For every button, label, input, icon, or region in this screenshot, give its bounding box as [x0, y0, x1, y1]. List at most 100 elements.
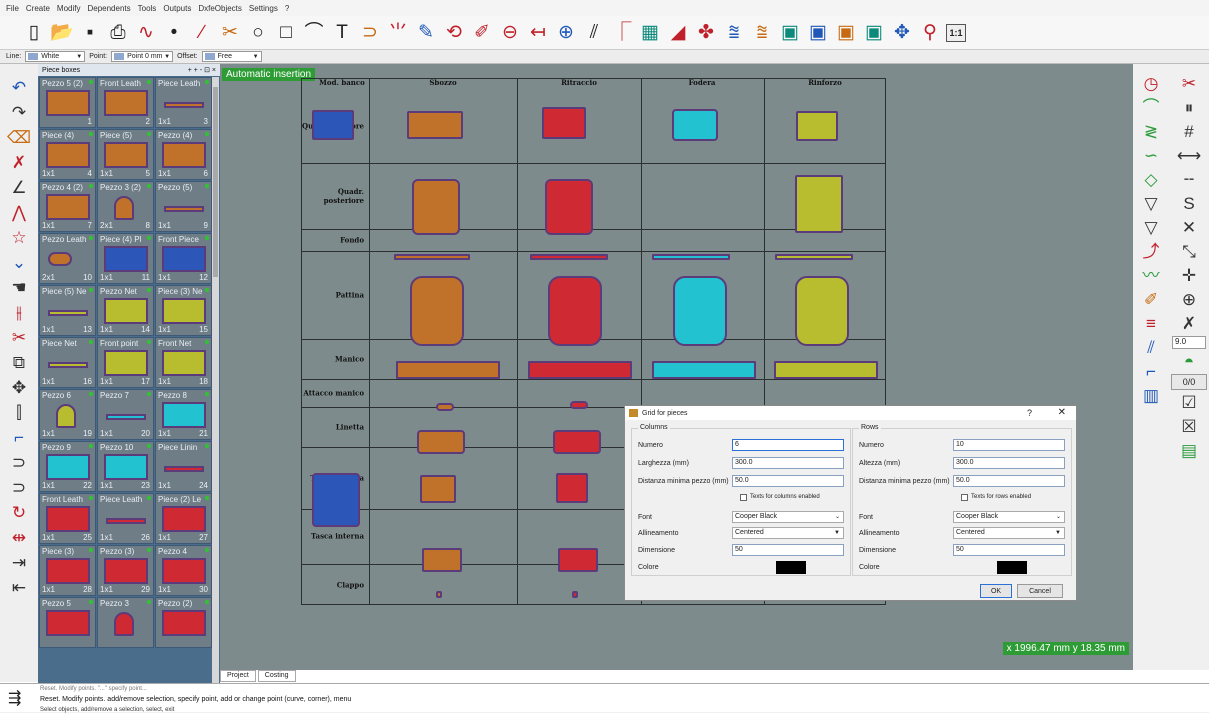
- cut-line-icon[interactable]: ✗: [4, 151, 34, 174]
- arc-tool-icon[interactable]: ⊃: [358, 20, 382, 46]
- brush-icon[interactable]: ✐: [470, 20, 494, 46]
- arrow-angle-icon[interactable]: ⤡: [1173, 240, 1205, 263]
- corner-arrow-icon[interactable]: ⤴: [1135, 240, 1167, 263]
- redo-icon[interactable]: ↷: [4, 101, 34, 124]
- flip-icon[interactable]: ⟲: [442, 20, 466, 46]
- col-distanza-input[interactable]: 50.0: [732, 475, 844, 487]
- pattern-piece[interactable]: [312, 110, 354, 140]
- angle-icon[interactable]: ∠: [4, 176, 34, 199]
- squiggle-icon[interactable]: ∽: [1135, 144, 1167, 167]
- row-texts-checkbox[interactable]: Texts for rows enabled: [961, 492, 1031, 502]
- pie-chart-icon[interactable]: ◓: [1173, 350, 1205, 373]
- fan-icon[interactable]: ⺌: [386, 20, 410, 46]
- pattern-piece[interactable]: [542, 107, 586, 139]
- stack-icon[interactable]: ≡: [1135, 312, 1167, 335]
- piece-box[interactable]: Front Leath 2: [97, 77, 154, 128]
- row-color-picker[interactable]: [997, 560, 1027, 574]
- tab-costing[interactable]: Costing: [257, 670, 296, 682]
- wave-icon[interactable]: 〰: [1135, 264, 1167, 287]
- hook-icon[interactable]: ⌐: [1135, 360, 1167, 383]
- piece-box[interactable]: Front point 1x1 17: [97, 337, 154, 388]
- ok-button[interactable]: OK: [980, 584, 1012, 598]
- piece-box[interactable]: Pezzo 4 (2) 1x1 7: [39, 181, 96, 232]
- piece-box[interactable]: Front Piece 1x1 12: [155, 233, 212, 284]
- pattern-piece[interactable]: [530, 254, 608, 260]
- eraser-icon[interactable]: ⌫: [4, 126, 34, 149]
- piece-box[interactable]: Piece Leath 1x1 3: [155, 77, 212, 128]
- export-icon[interactable]: ⇤: [4, 576, 34, 599]
- piece-box[interactable]: Pezzo 8 1x1 21: [155, 389, 212, 440]
- delete-box-icon[interactable]: ☒: [1173, 415, 1205, 438]
- pattern-piece[interactable]: [396, 361, 500, 379]
- print-icon[interactable]: ⎙: [106, 20, 130, 46]
- piece-box[interactable]: Pezzo 9 1x1 22: [39, 441, 96, 492]
- piece-box[interactable]: Piece (5) Ne 1x1 13: [39, 285, 96, 336]
- pin-icon[interactable]: ✥: [890, 20, 914, 46]
- copy-row-icon[interactable]: ⩰: [750, 20, 774, 46]
- pattern-piece[interactable]: [672, 109, 718, 141]
- pattern-piece[interactable]: [558, 548, 598, 572]
- grid-pieces-outline-icon[interactable]: ▣: [862, 20, 886, 46]
- col-dimensione-input[interactable]: 50: [732, 544, 844, 556]
- pattern-piece[interactable]: [652, 361, 756, 379]
- pattern-piece[interactable]: [673, 276, 727, 346]
- piece-box[interactable]: Pezzo 7 1x1 20: [97, 389, 154, 440]
- piece-box[interactable]: Piece (4) Pl 1x1 11: [97, 233, 154, 284]
- point-select[interactable]: Point 0 mm ▼: [111, 51, 174, 62]
- scrollbar-thumb[interactable]: [213, 87, 218, 277]
- menu-item-settings[interactable]: Settings: [249, 4, 278, 13]
- pencil-icon[interactable]: ✎: [414, 20, 438, 46]
- scissors-red-icon[interactable]: ✂: [4, 326, 34, 349]
- piece-scrollbar[interactable]: [212, 77, 219, 684]
- pattern-piece[interactable]: [556, 473, 588, 503]
- zoom-one-to-one-button[interactable]: 1:1: [946, 23, 966, 42]
- connect-icon[interactable]: ↤: [526, 20, 550, 46]
- piece-box[interactable]: Piece (2) Le 1x1 27: [155, 493, 212, 544]
- menu-item--[interactable]: ?: [285, 4, 289, 13]
- horizontal-line-icon[interactable]: ⟷: [1173, 144, 1205, 167]
- help-icon[interactable]: ?: [1027, 408, 1032, 418]
- piece-box[interactable]: Pezzo (5) 1x1 9: [155, 181, 212, 232]
- right-value-field[interactable]: 9.0: [1172, 336, 1206, 349]
- circle-icon[interactable]: ○: [246, 20, 270, 46]
- parallel-icon[interactable]: ⫽: [582, 20, 606, 46]
- pattern-piece[interactable]: [394, 254, 470, 260]
- flip-v-icon[interactable]: ⊃: [4, 476, 34, 499]
- pattern-piece[interactable]: [410, 276, 464, 346]
- menu-item-file[interactable]: File: [6, 4, 19, 13]
- pattern-piece[interactable]: [553, 430, 601, 454]
- piece-box[interactable]: Pezzo Net 1x1 14: [97, 285, 154, 336]
- duplicate-icon[interactable]: ⩰: [722, 20, 746, 46]
- book-icon[interactable]: ▥: [1135, 384, 1167, 407]
- hash-icon[interactable]: #: [1173, 120, 1205, 143]
- pattern-piece[interactable]: [528, 361, 632, 379]
- triangle-down-icon[interactable]: ▽: [1135, 192, 1167, 215]
- row-distanza-input[interactable]: 50.0: [953, 475, 1065, 487]
- pattern-piece[interactable]: [420, 475, 456, 503]
- col-allineamento-select[interactable]: Centered ▼: [732, 527, 844, 539]
- save-icon[interactable]: ▪: [78, 20, 102, 46]
- import-icon[interactable]: ⇥: [4, 551, 34, 574]
- triangle-down-alt-icon[interactable]: ▽: [1135, 216, 1167, 239]
- piece-box[interactable]: Pezzo 5: [39, 597, 96, 648]
- row-allineamento-select[interactable]: Centered ▼: [953, 527, 1065, 539]
- line-style-select[interactable]: White ▼: [25, 51, 86, 62]
- notch-icon[interactable]: ⊖: [498, 20, 522, 46]
- pattern-piece[interactable]: [775, 254, 853, 260]
- diamond-icon[interactable]: ◇: [1135, 168, 1167, 191]
- magnet-icon[interactable]: ⚲: [918, 20, 942, 46]
- pause-bars-icon[interactable]: ⏸: [1173, 96, 1205, 119]
- piece-box[interactable]: Piece (3) 1x1 28: [39, 545, 96, 596]
- pattern-piece[interactable]: [545, 179, 593, 235]
- pattern-piece[interactable]: [570, 401, 588, 409]
- piece-box[interactable]: Piece (4) 1x1 4: [39, 129, 96, 180]
- col-color-picker[interactable]: [776, 560, 806, 574]
- grid-pieces-alt-icon[interactable]: ▣: [806, 20, 830, 46]
- close-icon[interactable]: ✕: [1058, 407, 1066, 418]
- offset-select[interactable]: Free ▼: [201, 51, 262, 62]
- pattern-piece[interactable]: [795, 276, 849, 346]
- piece-box[interactable]: Pezzo Leath 2x1 10: [39, 233, 96, 284]
- target-icon[interactable]: ⊕: [1173, 288, 1205, 311]
- sew-icon[interactable]: ⫽: [1135, 336, 1167, 359]
- measure-icon[interactable]: ⇹: [4, 526, 34, 549]
